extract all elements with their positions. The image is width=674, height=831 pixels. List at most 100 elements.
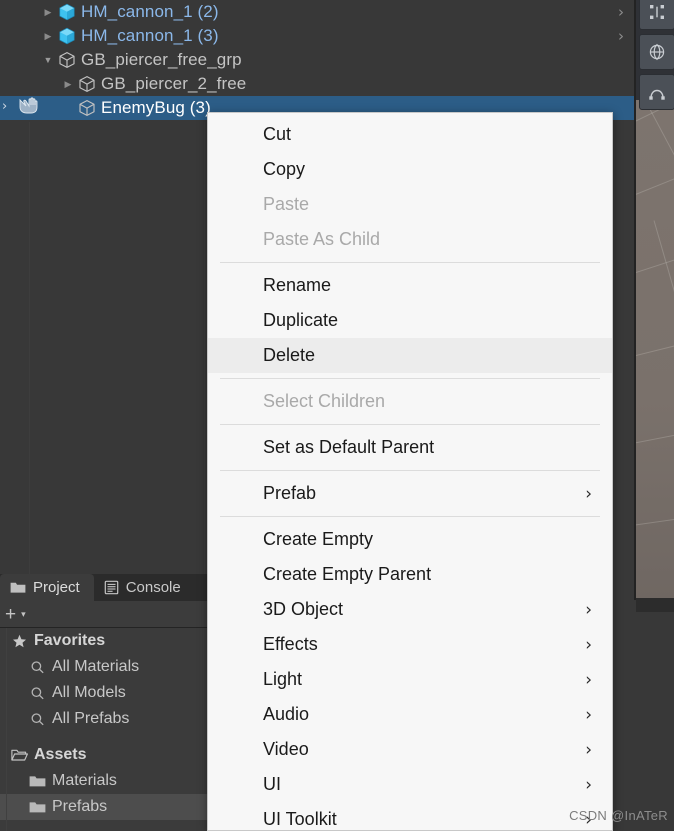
open-prefab-chevron-icon[interactable]: › (618, 3, 624, 21)
hierarchy-row[interactable]: ▶ HM_cannon_1 (2) › (0, 0, 634, 24)
search-icon (24, 660, 50, 675)
scene-view-tool-overlay[interactable] (639, 0, 674, 114)
folder-icon (24, 800, 50, 814)
prefab-cube-icon (56, 3, 78, 21)
menu-item-rename[interactable]: Rename (208, 268, 612, 303)
menu-item-ui-toolkit[interactable]: UI Toolkit › (208, 802, 612, 830)
project-row-label: Prefabs (52, 798, 108, 815)
menu-item-create-empty-parent[interactable]: Create Empty Parent (208, 557, 612, 592)
tab-console[interactable]: Console (94, 574, 195, 601)
menu-item-label: Copy (263, 159, 306, 179)
menu-item-effects[interactable]: Effects › (208, 627, 612, 662)
star-icon (6, 634, 32, 649)
unity-editor-window: ▶ HM_cannon_1 (2) › ▶ HM_cannon_1 (3) › ▼ GB_pi… (0, 0, 674, 831)
hierarchy-tree-guide (204, 122, 205, 580)
submenu-chevron-right-icon: › (585, 704, 592, 725)
menu-item-ui[interactable]: UI › (208, 767, 612, 802)
menu-item-prefab[interactable]: Prefab › (208, 476, 612, 511)
tab-label: Console (125, 579, 181, 596)
menu-item-cut[interactable]: Cut (208, 117, 612, 152)
twisty-placeholder: ▶ (60, 104, 76, 113)
hierarchy-context-menu[interactable]: Cut Copy Paste Paste As Child Rename Duplicat… (207, 112, 613, 831)
chevron-right-icon[interactable]: ▶ (40, 31, 56, 41)
project-row-label: Assets (34, 746, 87, 763)
scene-grid-line (636, 427, 674, 451)
scene-grid-line (636, 335, 674, 366)
folder-open-icon (6, 748, 32, 762)
create-asset-dropdown-caret-icon[interactable]: ▾ (21, 609, 30, 620)
project-row-label: All Materials (52, 658, 140, 675)
scene-grid-line (653, 220, 674, 375)
project-row-label: All Prefabs (52, 710, 130, 727)
chevron-down-icon[interactable]: ▼ (40, 55, 56, 65)
menu-item-label: Audio (263, 704, 310, 724)
menu-item-paste: Paste (208, 187, 612, 222)
menu-item-label: Rename (263, 275, 332, 295)
watermark: CSDN @InATeR (569, 808, 668, 823)
menu-item-create-empty[interactable]: Create Empty (208, 522, 612, 557)
project-tree-guide (6, 628, 7, 831)
folder-icon (24, 774, 50, 788)
hierarchy-row-label: HM_cannon_1 (2) (81, 2, 219, 21)
menu-item-video[interactable]: Video › (208, 732, 612, 767)
menu-item-select-children: Select Children (208, 384, 612, 419)
tab-project[interactable]: Project (0, 574, 94, 601)
menu-item-label: UI Toolkit (263, 809, 337, 829)
menu-item-audio[interactable]: Audio › (208, 697, 612, 732)
menu-item-3d-object[interactable]: 3D Object › (208, 592, 612, 627)
hierarchy-row-label: EnemyBug (3) (101, 98, 211, 117)
menu-item-set-as-default-parent[interactable]: Set as Default Parent (208, 430, 612, 465)
create-asset-button[interactable]: + (2, 605, 19, 624)
menu-item-delete[interactable]: Delete (208, 338, 612, 373)
hierarchy-row[interactable]: ▼ GB_piercer_free_grp (0, 48, 634, 72)
gameobject-cube-icon (76, 99, 98, 117)
menu-item-paste-as-child: Paste As Child (208, 222, 612, 257)
menu-item-label: 3D Object (263, 599, 344, 619)
open-prefab-chevron-icon[interactable]: › (618, 27, 624, 45)
watermark-prefix: CSDN (569, 808, 608, 823)
menu-item-label: Delete (263, 345, 316, 365)
menu-separator (220, 424, 600, 425)
move-tool-gizmo-icon[interactable] (639, 0, 674, 30)
tab-label: Project (33, 579, 80, 596)
gameobject-cube-icon (56, 51, 78, 69)
submenu-chevron-right-icon: › (585, 739, 592, 760)
menu-item-label: Create Empty (263, 529, 374, 549)
watermark-handle: @InATeR (611, 808, 668, 823)
menu-item-label: Create Empty Parent (263, 564, 432, 584)
scene-ground-plane (636, 87, 674, 600)
submenu-chevron-right-icon: › (585, 669, 592, 690)
menu-item-label: Select Children (263, 391, 386, 411)
submenu-chevron-right-icon: › (585, 599, 592, 620)
project-row-label: Favorites (34, 632, 106, 649)
hierarchy-row[interactable]: ▶ HM_cannon_1 (3) › (0, 24, 634, 48)
chevron-right-icon[interactable]: ▶ (40, 7, 56, 17)
menu-item-label: Set as Default Parent (263, 437, 435, 457)
project-row-label: All Models (52, 684, 126, 701)
search-icon (24, 686, 50, 701)
menu-item-label: Cut (263, 124, 292, 144)
path-tool-gizmo-icon[interactable] (639, 74, 674, 110)
menu-item-label: Paste As Child (263, 229, 381, 249)
menu-item-label: Paste (263, 194, 310, 214)
orientation-gizmo-icon[interactable] (639, 34, 674, 70)
hierarchy-tree-guide (29, 122, 30, 580)
scene-grid-line (636, 513, 674, 531)
hierarchy-tree[interactable]: ▶ HM_cannon_1 (2) › ▶ HM_cannon_1 (3) › ▼ GB_pi… (0, 0, 634, 120)
menu-item-light[interactable]: Light › (208, 662, 612, 697)
project-row-label: Materials (52, 772, 117, 789)
prefab-cube-icon (56, 27, 78, 45)
menu-separator (220, 378, 600, 379)
menu-item-duplicate[interactable]: Duplicate (208, 303, 612, 338)
hierarchy-row-label: GB_piercer_free_grp (81, 50, 242, 69)
scene-view-bottom-border (636, 598, 674, 612)
menu-separator (220, 516, 600, 517)
console-icon (104, 580, 119, 595)
menu-item-copy[interactable]: Copy (208, 152, 612, 187)
hierarchy-row-label: GB_piercer_2_free (101, 74, 247, 93)
menu-separator (220, 262, 600, 263)
menu-item-label: Duplicate (263, 310, 339, 330)
hierarchy-row[interactable]: ▶ GB_piercer_2_free (0, 72, 634, 96)
chevron-right-icon[interactable]: ▶ (60, 79, 76, 89)
search-icon (24, 712, 50, 727)
